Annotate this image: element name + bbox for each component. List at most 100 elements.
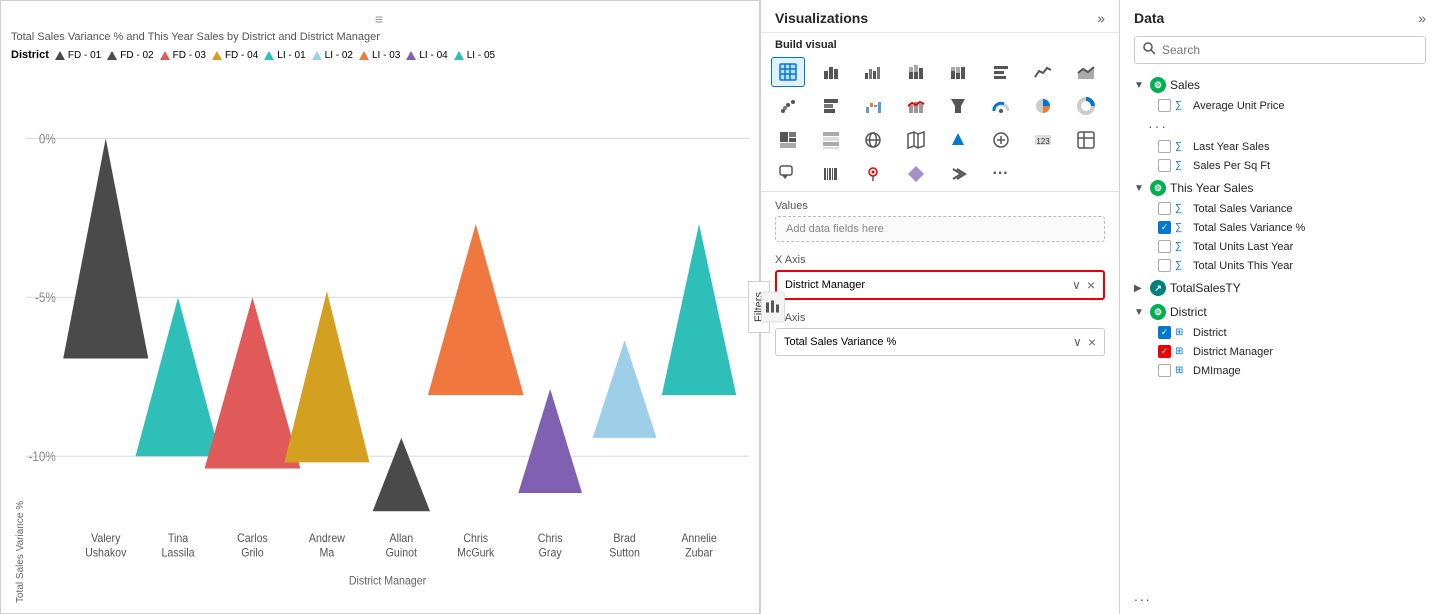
viz-icon-map[interactable] bbox=[899, 125, 933, 155]
legend-item-fd01: FD - 01 bbox=[55, 49, 101, 61]
last-year-sales-checkbox[interactable] bbox=[1158, 140, 1171, 153]
sales-per-sq-ft-checkbox[interactable] bbox=[1158, 159, 1171, 172]
data-footer-dots[interactable]: ... bbox=[1134, 582, 1426, 604]
tree-item-avg-unit-price[interactable]: ∑ Average Unit Price bbox=[1134, 96, 1426, 115]
district-checkbox[interactable] bbox=[1158, 326, 1171, 339]
viz-icon-bar[interactable] bbox=[814, 57, 848, 87]
viz-icon-hbar[interactable] bbox=[984, 57, 1018, 87]
viz-icon-barcode[interactable] bbox=[814, 159, 848, 189]
viz-icon-more[interactable]: ··· bbox=[984, 159, 1018, 189]
viz-icon-table[interactable] bbox=[771, 57, 805, 87]
svg-text:0%: 0% bbox=[39, 132, 56, 147]
tree-group-district-header[interactable]: ▼ ⚙ District bbox=[1134, 301, 1426, 323]
tree-item-last-year-sales[interactable]: ∑ Last Year Sales bbox=[1134, 137, 1426, 156]
total-units-this-year-checkbox[interactable] bbox=[1158, 259, 1171, 272]
bar-chart-icon bbox=[766, 299, 780, 313]
y-axis-chevron-icon[interactable]: ∨ bbox=[1073, 335, 1082, 349]
chart-title: Total Sales Variance % and This Year Sal… bbox=[11, 31, 749, 43]
y-axis-field[interactable]: Total Sales Variance % ∨ × bbox=[775, 328, 1105, 356]
viz-icon-diamond[interactable] bbox=[899, 159, 933, 189]
svg-text:Ma: Ma bbox=[320, 547, 335, 560]
legend-item-fd02: FD - 02 bbox=[107, 49, 153, 61]
total-sales-variance-pct-checkbox[interactable] bbox=[1158, 221, 1171, 234]
viz-icon-donut[interactable] bbox=[1069, 91, 1103, 121]
legend-item-li02: LI - 02 bbox=[312, 49, 353, 61]
viz-icon-hbar2[interactable] bbox=[814, 91, 848, 121]
viz-icon-treemap[interactable] bbox=[771, 125, 805, 155]
viz-icon-line[interactable] bbox=[1026, 57, 1060, 87]
viz-icon-matrix[interactable] bbox=[814, 125, 848, 155]
viz-icon-qa[interactable] bbox=[771, 159, 805, 189]
dmimage-label: DMImage bbox=[1193, 365, 1241, 377]
tree-item-total-units-last-year[interactable]: ∑ Total Units Last Year bbox=[1134, 237, 1426, 256]
viz-icon-123[interactable]: 123 bbox=[1026, 125, 1060, 155]
values-placeholder[interactable]: Add data fields here bbox=[775, 216, 1105, 242]
legend-tri-fd01 bbox=[55, 51, 65, 60]
tri-mcgurk bbox=[428, 224, 524, 395]
legend-item-li05: LI - 05 bbox=[454, 49, 495, 61]
tri-carlos bbox=[205, 297, 301, 468]
tree-item-total-sales-variance-pct[interactable]: ∑ Total Sales Variance % bbox=[1134, 218, 1426, 237]
viz-icon-shape[interactable] bbox=[984, 125, 1018, 155]
tree-group-tst-header[interactable]: ▶ ↗ TotalSalesTY bbox=[1134, 277, 1426, 299]
x-axis-remove-icon[interactable]: × bbox=[1087, 277, 1095, 293]
district-manager-checkbox[interactable] bbox=[1158, 345, 1171, 358]
viz-icon-gauge[interactable] bbox=[984, 91, 1018, 121]
svg-text:Lassila: Lassila bbox=[162, 547, 196, 560]
svg-text:Guinot: Guinot bbox=[386, 547, 418, 560]
viz-panel: Filters Visualizations » Build visual bbox=[760, 0, 1120, 614]
svg-text:Zubar: Zubar bbox=[685, 547, 713, 560]
dmimage-checkbox[interactable] bbox=[1158, 364, 1171, 377]
total-sales-variance-checkbox[interactable] bbox=[1158, 202, 1171, 215]
search-input[interactable] bbox=[1162, 43, 1417, 57]
tst-group-label: TotalSalesTY bbox=[1170, 281, 1241, 295]
field-icon-1: ⊞ bbox=[1175, 327, 1189, 338]
data-expand-btn[interactable]: » bbox=[1418, 10, 1426, 26]
viz-icon-area[interactable] bbox=[1069, 57, 1103, 87]
tree-group-sales-header[interactable]: ▼ ⚙ Sales bbox=[1134, 74, 1426, 96]
tree-item-total-units-this-year[interactable]: ∑ Total Units This Year bbox=[1134, 256, 1426, 275]
viz-icon-combo[interactable] bbox=[899, 91, 933, 121]
viz-icon-kpi[interactable] bbox=[1069, 125, 1103, 155]
y-axis-label: Y Axis bbox=[775, 312, 1105, 324]
tri-sutton bbox=[593, 340, 657, 438]
sales-more-dots[interactable]: ··· bbox=[1134, 115, 1426, 137]
y-axis-remove-icon[interactable]: × bbox=[1088, 334, 1096, 350]
data-title: Data bbox=[1134, 10, 1164, 26]
x-axis-field[interactable]: District Manager ∨ × bbox=[775, 270, 1105, 300]
tree-item-dmimage[interactable]: ⊞ DMImage bbox=[1134, 361, 1426, 380]
legend-item-li03: LI - 03 bbox=[359, 49, 400, 61]
tri-valery bbox=[63, 138, 148, 358]
search-icon bbox=[1143, 42, 1156, 58]
chart-data-icon[interactable] bbox=[761, 292, 785, 323]
tree-item-district-manager[interactable]: ⊞ District Manager bbox=[1134, 342, 1426, 361]
tree-item-sales-per-sq-ft[interactable]: ∑ Sales Per Sq Ft bbox=[1134, 156, 1426, 175]
viz-icon-scatter[interactable] bbox=[771, 91, 805, 121]
svg-text:Sutton: Sutton bbox=[609, 547, 640, 560]
viz-icon-grouped-bar[interactable] bbox=[856, 57, 890, 87]
viz-icon-funnel[interactable] bbox=[941, 91, 975, 121]
avg-unit-price-checkbox[interactable] bbox=[1158, 99, 1171, 112]
drag-handle[interactable]: ≡ bbox=[11, 11, 749, 27]
viz-icon-geo[interactable] bbox=[856, 159, 890, 189]
total-sales-variance-label: Total Sales Variance bbox=[1193, 203, 1292, 215]
search-box[interactable] bbox=[1134, 36, 1426, 64]
viz-icon-chevron-right[interactable] bbox=[941, 159, 975, 189]
total-units-last-year-checkbox[interactable] bbox=[1158, 240, 1171, 253]
viz-icon-waterfall[interactable] bbox=[856, 91, 890, 121]
tri-zubar bbox=[662, 224, 736, 395]
viz-expand-btn[interactable]: » bbox=[1097, 10, 1105, 26]
svg-text:Carlos: Carlos bbox=[237, 532, 268, 545]
x-axis-section: X Axis District Manager ∨ × bbox=[761, 248, 1119, 306]
viz-icon-100stacked[interactable] bbox=[941, 57, 975, 87]
tree-item-district[interactable]: ⊞ District bbox=[1134, 323, 1426, 342]
svg-text:Gray: Gray bbox=[539, 547, 562, 560]
viz-icon-arrow-up[interactable] bbox=[941, 125, 975, 155]
tree-group-tys-header[interactable]: ▼ ⚙ This Year Sales bbox=[1134, 177, 1426, 199]
viz-icon-globe[interactable] bbox=[856, 125, 890, 155]
viz-icon-pie[interactable] bbox=[1026, 91, 1060, 121]
viz-icon-stacked[interactable] bbox=[899, 57, 933, 87]
x-axis-chevron-icon[interactable]: ∨ bbox=[1072, 278, 1081, 292]
tree-item-total-sales-variance[interactable]: ∑ Total Sales Variance bbox=[1134, 199, 1426, 218]
tree-group-this-year-sales: ▼ ⚙ This Year Sales ∑ Total Sales Varian… bbox=[1134, 177, 1426, 275]
